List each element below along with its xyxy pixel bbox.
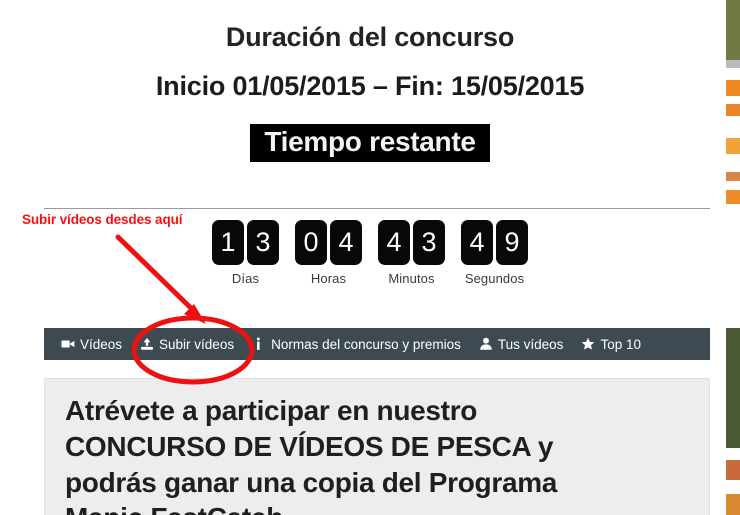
sliver-fragment bbox=[726, 190, 740, 204]
nav-item-normas[interactable]: Normas del concurso y premios bbox=[243, 328, 470, 360]
sliver-fragment bbox=[726, 104, 740, 116]
divider bbox=[44, 208, 710, 209]
contest-duration-header: Duración del concurso Inicio 01/05/2015 … bbox=[0, 0, 740, 102]
sliver-fragment bbox=[726, 172, 740, 181]
nav-item-videos[interactable]: Vídeos bbox=[52, 328, 131, 360]
countdown-unit-horas: 0 4 Horas bbox=[295, 220, 362, 286]
sliver-fragment bbox=[726, 68, 740, 80]
sliver-fragment bbox=[726, 204, 740, 328]
countdown-label-segundos: Segundos bbox=[464, 271, 525, 286]
countdown-digit: 4 bbox=[378, 220, 410, 265]
countdown-label-dias: Días bbox=[231, 271, 260, 286]
contest-description: Atrévete a participar en nuestro CONCURS… bbox=[45, 379, 709, 515]
main-navigation: Vídeos Subir vídeos Normas del concurso … bbox=[44, 328, 710, 360]
sliver-fragment bbox=[726, 181, 740, 190]
annotation-label: Subir vídeos desdes aquí bbox=[22, 212, 183, 227]
countdown-unit-minutos: 4 3 Minutos bbox=[378, 220, 445, 286]
info-icon bbox=[252, 337, 266, 351]
countdown-label-minutos: Minutos bbox=[388, 271, 435, 286]
remaining-time-banner: Tiempo restante bbox=[250, 124, 490, 163]
countdown-digit: 4 bbox=[330, 220, 362, 265]
description-line-4: Mapic FastCatch bbox=[65, 500, 689, 515]
countdown-digit: 3 bbox=[247, 220, 279, 265]
upload-icon bbox=[140, 337, 154, 351]
contest-description-panel: Atrévete a participar en nuestro CONCURS… bbox=[44, 378, 710, 515]
countdown-digit: 4 bbox=[461, 220, 493, 265]
sliver-fragment bbox=[726, 154, 740, 172]
nav-item-label: Vídeos bbox=[80, 336, 123, 352]
sliver-fragment bbox=[726, 328, 740, 448]
sliver-fragment bbox=[726, 80, 740, 96]
star-icon bbox=[581, 337, 595, 351]
countdown-digit: 1 bbox=[212, 220, 244, 265]
cropped-sidebar-sliver bbox=[718, 0, 740, 515]
countdown-digits-dias: 1 3 bbox=[212, 220, 279, 265]
remaining-time-banner-wrap: Tiempo restante bbox=[0, 124, 740, 163]
nav-item-subir-videos[interactable]: Subir vídeos bbox=[131, 328, 243, 360]
countdown-label-horas: Horas bbox=[310, 271, 347, 286]
countdown-digit: 0 bbox=[295, 220, 327, 265]
countdown-unit-dias: 1 3 Días bbox=[212, 220, 279, 286]
countdown-digits-segundos: 4 9 bbox=[461, 220, 528, 265]
sliver-fragment bbox=[726, 448, 740, 460]
nav-item-top-10[interactable]: Top 10 bbox=[572, 328, 650, 360]
sliver-fragment bbox=[726, 480, 740, 494]
page-root: Duración del concurso Inicio 01/05/2015 … bbox=[0, 0, 740, 515]
nav-item-label: Tus vídeos bbox=[497, 336, 564, 352]
description-line-3: podrás ganar una copia del Programa bbox=[65, 466, 558, 498]
nav-item-label: Subir vídeos bbox=[159, 336, 235, 352]
sliver-fragment bbox=[726, 60, 740, 68]
sliver-fragment bbox=[726, 116, 740, 138]
description-line-1: Atrévete a participar en nuestro bbox=[65, 395, 478, 426]
nav-item-label: Normas del concurso y premios bbox=[271, 336, 461, 352]
sliver-fragment bbox=[726, 96, 740, 104]
annotation-arrow-head bbox=[184, 304, 206, 324]
user-icon bbox=[479, 337, 493, 351]
video-camera-icon bbox=[61, 337, 75, 351]
nav-item-label: Top 10 bbox=[600, 336, 641, 352]
countdown-digit: 9 bbox=[496, 220, 528, 265]
sliver-fragment bbox=[726, 460, 740, 480]
countdown-unit-segundos: 4 9 Segundos bbox=[461, 220, 528, 286]
sliver-fragment bbox=[726, 494, 740, 515]
sliver-fragment bbox=[726, 0, 740, 60]
page-title: Duración del concurso bbox=[225, 22, 515, 52]
countdown-timer: 1 3 Días 0 4 Horas 4 3 Minutos 4 9 Segun… bbox=[0, 220, 740, 286]
contest-dates: Inicio 01/05/2015 – Fin: 15/05/2015 bbox=[155, 71, 585, 102]
countdown-digits-minutos: 4 3 bbox=[378, 220, 445, 265]
sliver-fragment bbox=[726, 138, 740, 154]
countdown-digit: 3 bbox=[413, 220, 445, 265]
countdown-digits-horas: 0 4 bbox=[295, 220, 362, 265]
nav-item-tus-videos[interactable]: Tus vídeos bbox=[470, 328, 573, 360]
description-line-2: CONCURSO DE VÍDEOS DE PESCA y bbox=[65, 430, 554, 462]
